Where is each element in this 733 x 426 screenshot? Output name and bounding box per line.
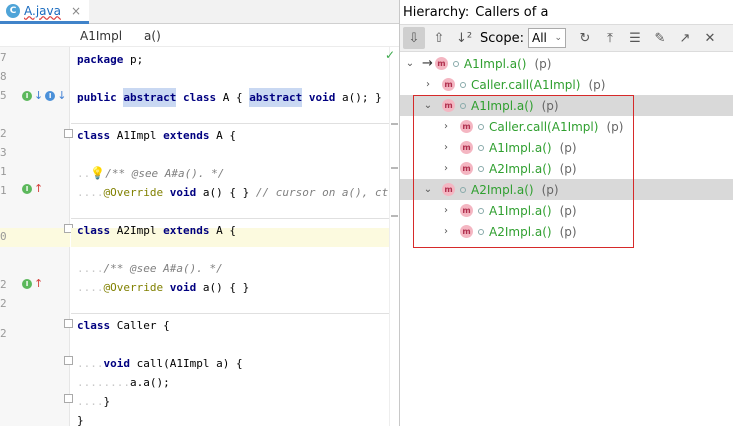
editor-tab-bar: C A.java × xyxy=(0,0,399,24)
line-gutter[interactable]: 7 8 5 2 3 1 1 0 2 2 2 I ↓ I ↓ I ↑ I ↑ xyxy=(0,47,73,426)
arrow-down-icon: ↓ xyxy=(57,89,67,102)
code-line: class Caller { xyxy=(77,319,170,332)
arrow-up-icon: ↑ xyxy=(34,182,44,195)
inspection-ok-icon[interactable]: ✓ xyxy=(385,48,395,62)
callees-icon[interactable]: ⇧ xyxy=(428,27,450,49)
line-number: 7 xyxy=(0,51,7,64)
tree-row[interactable]: › m Caller.call(A1Impl) (p) xyxy=(400,74,733,95)
expand-toggle-icon[interactable]: › xyxy=(422,79,434,90)
scope-label: Scope: xyxy=(480,30,524,46)
override-markers[interactable]: I ↓ I ↓ xyxy=(22,90,66,101)
highlight-annotation-box xyxy=(413,95,634,248)
code-line: .... @Override void a() { } // cursor on … xyxy=(77,186,399,199)
hierarchy-title: Callers of a xyxy=(475,4,549,20)
expand-all-icon[interactable]: ☰ xyxy=(624,27,646,49)
line-number: 5 xyxy=(0,89,7,102)
method-name: Caller.call(A1Impl) xyxy=(471,77,581,92)
code-line: ........ a.a(); xyxy=(77,376,170,389)
sort-icon[interactable]: ↓² xyxy=(453,27,475,49)
tab-a-java[interactable]: C A.java × xyxy=(0,0,90,24)
root-arrow-icon: → xyxy=(422,56,433,71)
hierarchy-toolbar: ⇩ ⇧ ↓² Scope: All ⌄ ↻ ⤒ ☰ ✎ ↗ ✕ xyxy=(400,24,733,52)
line-number: 3 xyxy=(0,146,7,159)
tree-row[interactable]: ⌄ → m A1Impl.a() (p) xyxy=(400,53,733,74)
overrides-icon[interactable]: I xyxy=(22,278,32,289)
breadcrumb-class[interactable]: A1Impl xyxy=(80,29,122,43)
code-line: } xyxy=(77,414,84,426)
line-number: 8 xyxy=(0,70,7,83)
package-label: (p) xyxy=(534,56,552,71)
pin-icon[interactable]: ✎ xyxy=(649,27,671,49)
override-marker[interactable]: I ↑ xyxy=(22,278,43,289)
hierarchy-title-bar: Hierarchy: Callers of a xyxy=(400,0,733,24)
code-line: public abstract class A { abstract void … xyxy=(77,88,382,107)
expand-toggle-icon[interactable]: ⌄ xyxy=(404,58,416,69)
code-line: package p; xyxy=(77,53,144,66)
editor-scrollbar[interactable] xyxy=(389,47,399,426)
line-number: 2 xyxy=(0,127,7,140)
export-icon[interactable]: ⤒ xyxy=(599,27,621,49)
code-area[interactable]: package p; public abstract class A { abs… xyxy=(71,47,399,426)
override-marker[interactable]: I ↑ xyxy=(22,183,43,194)
callers-icon[interactable]: ⇩ xyxy=(403,27,425,49)
code-line: ....} xyxy=(77,395,111,408)
method-name: A1Impl.a() xyxy=(463,56,527,71)
code-line: .. 💡/** @see A#a(). */ xyxy=(77,164,224,183)
line-number: 1 xyxy=(0,165,7,178)
scope-select[interactable]: All ⌄ xyxy=(527,28,566,48)
line-number: 1 xyxy=(0,184,7,197)
code-line: ..../** @see A#a(). */ xyxy=(77,262,223,275)
hierarchy-title-prefix: Hierarchy: xyxy=(403,4,470,20)
implemented-icon[interactable]: I xyxy=(45,90,56,101)
hierarchy-panel: Hierarchy: Callers of a ⇩ ⇧ ↓² Scope: Al… xyxy=(399,0,733,426)
refresh-icon[interactable]: ↻ xyxy=(574,27,596,49)
open-new-icon[interactable]: ↗ xyxy=(674,27,696,49)
scope-value: All xyxy=(531,31,547,45)
overrides-icon[interactable]: I xyxy=(22,183,32,194)
arrow-up-icon: ↑ xyxy=(34,277,44,290)
visibility-icon xyxy=(452,60,459,67)
method-icon: m xyxy=(434,57,448,70)
chevron-down-icon: ⌄ xyxy=(554,33,562,43)
line-number: 2 xyxy=(0,327,7,340)
code-line: class A1Impl extends A { xyxy=(77,129,236,142)
close-icon[interactable]: ✕ xyxy=(699,27,721,49)
breadcrumb-method[interactable]: a() xyxy=(144,29,161,43)
hierarchy-tree[interactable]: ⌄ → m A1Impl.a() (p) › m Caller.call(A1I… xyxy=(400,53,733,426)
line-number: 2 xyxy=(0,278,7,291)
line-number: 2 xyxy=(0,297,7,310)
package-label: (p) xyxy=(588,77,606,92)
method-icon: m xyxy=(442,78,455,91)
class-file-icon: C xyxy=(6,3,20,18)
arrow-down-icon: ↓ xyxy=(34,89,44,102)
breadcrumb: A1Impl a() xyxy=(0,25,399,47)
editor-pane: C A.java × A1Impl a() 7 8 5 2 3 1 1 0 2 … xyxy=(0,0,399,426)
tab-label: A.java xyxy=(24,3,61,18)
close-tab-icon[interactable]: × xyxy=(71,4,81,18)
code-line: class A2Impl extends A { xyxy=(77,224,236,237)
code-line: .... void call(A1Impl a) { xyxy=(77,357,243,370)
implemented-icon[interactable]: I xyxy=(22,90,32,101)
visibility-icon xyxy=(460,81,466,88)
code-line: .... @Override void a() { } xyxy=(77,281,250,294)
lightbulb-icon[interactable]: 💡 xyxy=(90,164,105,183)
line-number: 0 xyxy=(0,230,7,243)
